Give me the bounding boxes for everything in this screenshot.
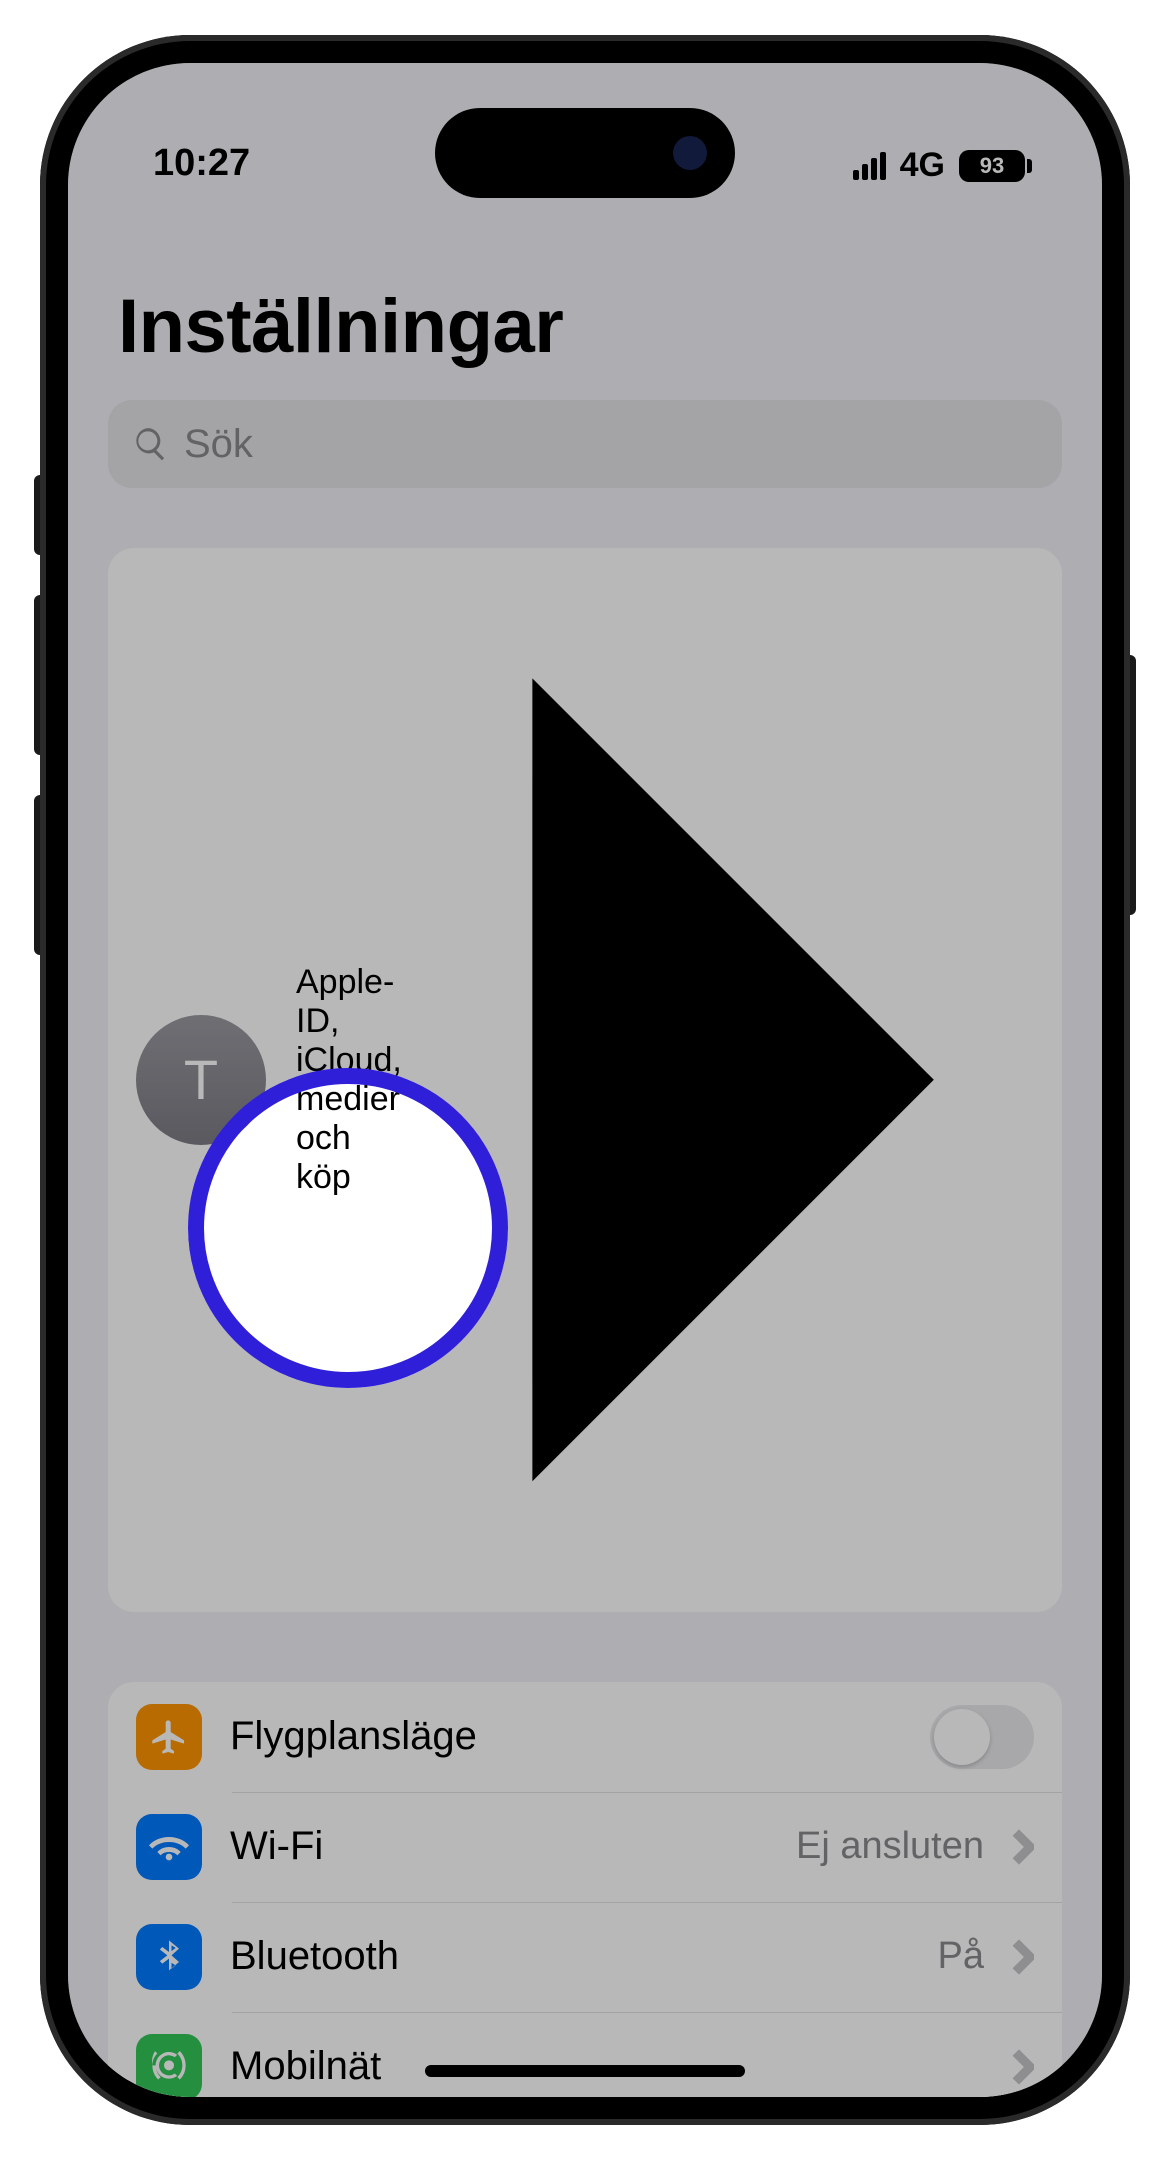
account-group: T Apple-ID, iCloud, medier och köp bbox=[108, 548, 1062, 1612]
apple-id-row[interactable]: T Apple-ID, iCloud, medier och köp bbox=[108, 548, 1062, 1612]
search-placeholder: Sök bbox=[184, 422, 253, 467]
status-right: 4G 93 bbox=[853, 146, 1032, 185]
airplane-mode-row[interactable]: Flygplansläge bbox=[108, 1682, 1062, 1792]
chevron-right-icon bbox=[432, 578, 1034, 1582]
volume-down-button bbox=[34, 795, 46, 955]
wifi-row[interactable]: Wi-Fi Ej ansluten bbox=[108, 1792, 1062, 1902]
bluetooth-row[interactable]: Bluetooth På bbox=[108, 1902, 1062, 2012]
avatar: T bbox=[136, 1015, 266, 1145]
phone-frame: 10:27 4G 93 Inställningar Sök T bbox=[40, 35, 1130, 2125]
search-icon bbox=[132, 425, 170, 463]
mute-switch bbox=[34, 475, 46, 555]
screen: 10:27 4G 93 Inställningar Sök T bbox=[68, 63, 1102, 2097]
dynamic-island bbox=[435, 108, 735, 198]
battery-percent: 93 bbox=[980, 153, 1004, 179]
apple-id-subtitle: Apple-ID, iCloud, medier och köp bbox=[296, 963, 402, 1197]
chevron-right-icon bbox=[1012, 1829, 1034, 1865]
connectivity-group: Flygplansläge Wi-Fi Ej ansluten Bluetoot… bbox=[108, 1682, 1062, 2097]
bluetooth-detail: På bbox=[938, 1935, 984, 1978]
wifi-label: Wi-Fi bbox=[230, 1824, 768, 1869]
bluetooth-label: Bluetooth bbox=[230, 1934, 910, 1979]
power-button bbox=[1124, 655, 1136, 915]
cellular-row[interactable]: Mobilnät bbox=[108, 2012, 1062, 2097]
cellular-signal-icon bbox=[853, 152, 886, 180]
network-type: 4G bbox=[900, 146, 945, 185]
wifi-detail: Ej ansluten bbox=[796, 1825, 984, 1868]
front-camera bbox=[673, 136, 707, 170]
avatar-initial: T bbox=[184, 1047, 218, 1112]
airplane-icon bbox=[136, 1704, 202, 1770]
chevron-right-icon bbox=[1012, 1939, 1034, 1975]
volume-up-button bbox=[34, 595, 46, 755]
bluetooth-icon bbox=[136, 1924, 202, 1990]
battery-icon: 93 bbox=[959, 150, 1032, 182]
chevron-right-icon bbox=[1012, 2049, 1034, 2085]
home-indicator[interactable] bbox=[425, 2065, 745, 2077]
airplane-label: Flygplansläge bbox=[230, 1714, 902, 1759]
status-time: 10:27 bbox=[153, 142, 250, 185]
wifi-icon bbox=[136, 1814, 202, 1880]
settings-content: Inställningar Sök T Apple-ID, iCloud, me… bbox=[68, 193, 1102, 2097]
search-field[interactable]: Sök bbox=[108, 400, 1062, 488]
cellular-icon bbox=[136, 2034, 202, 2097]
page-title: Inställningar bbox=[118, 283, 1062, 370]
airplane-toggle[interactable] bbox=[930, 1705, 1034, 1769]
